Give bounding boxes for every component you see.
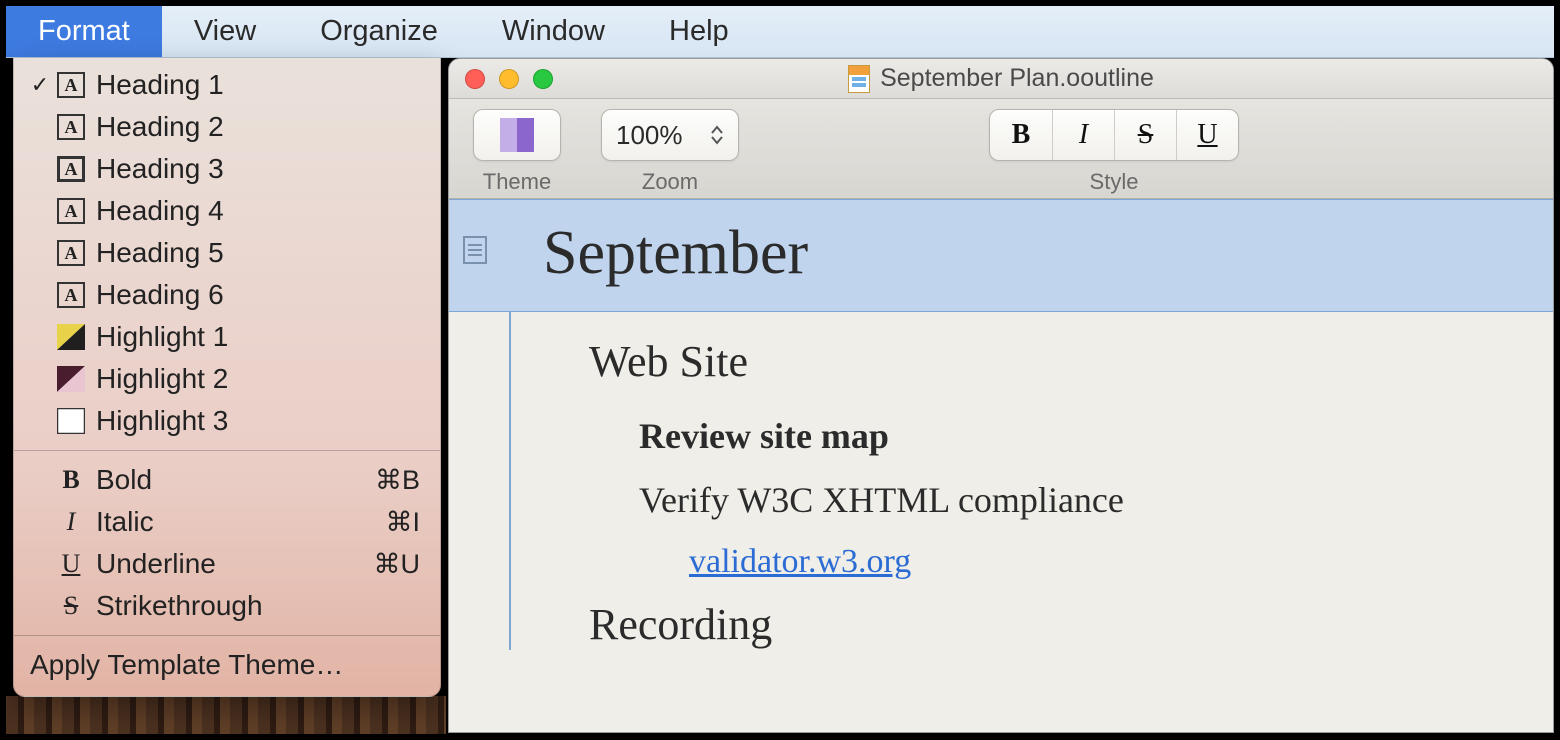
italic-button[interactable]: I: [1052, 110, 1114, 160]
menu-item-apply-template-theme[interactable]: Apply Template Theme…: [14, 644, 440, 686]
menubar: Format View Organize Window Help: [6, 6, 1554, 58]
menu-item-heading-2[interactable]: A Heading 2: [14, 106, 440, 148]
outline-row-level2[interactable]: Review site map: [449, 415, 1553, 457]
menu-item-highlight-2[interactable]: Highlight 2: [14, 358, 440, 400]
zoom-window-button[interactable]: [533, 69, 553, 89]
shortcut-label: ⌘I: [385, 507, 420, 538]
menu-item-underline[interactable]: U Underline ⌘U: [14, 543, 440, 585]
menu-item-strikethrough[interactable]: S Strikethrough: [14, 585, 440, 627]
heading-icon: A: [54, 196, 88, 226]
outline-row-level2[interactable]: Verify W3C XHTML compliance: [449, 479, 1553, 521]
menu-item-highlight-1[interactable]: Highlight 1: [14, 316, 440, 358]
shortcut-label: ⌘B: [375, 465, 420, 496]
menu-item-label: Apply Template Theme…: [26, 649, 343, 681]
strikethrough-button[interactable]: S: [1114, 110, 1176, 160]
document-content[interactable]: September Web Site Review site map Verif…: [449, 199, 1553, 732]
document-window: September Plan.ooutline Theme 100% Zoom: [448, 58, 1554, 733]
menu-item-heading-1[interactable]: ✓ A Heading 1: [14, 64, 440, 106]
zoom-value: 100%: [616, 120, 683, 151]
menu-item-heading-5[interactable]: A Heading 5: [14, 232, 440, 274]
menu-item-highlight-3[interactable]: Highlight 3: [14, 400, 440, 442]
menu-window[interactable]: Window: [470, 6, 637, 57]
menu-item-label: Highlight 2: [96, 363, 228, 395]
menu-item-label: Italic: [96, 506, 154, 538]
menu-item-label: Heading 6: [96, 279, 224, 311]
style-segmented-control: B I S U: [989, 109, 1239, 161]
highlight-icon: [54, 406, 88, 436]
italic-icon: I: [54, 507, 88, 537]
menu-item-label: Highlight 1: [96, 321, 228, 353]
heading-icon: A: [54, 70, 88, 100]
menu-item-label: Bold: [96, 464, 152, 496]
menu-item-heading-3[interactable]: A Heading 3: [14, 148, 440, 190]
validator-link[interactable]: validator.w3.org: [689, 543, 911, 580]
menu-format[interactable]: Format: [6, 6, 162, 57]
menu-item-heading-4[interactable]: A Heading 4: [14, 190, 440, 232]
menu-item-label: Heading 3: [96, 153, 224, 185]
shortcut-label: ⌘U: [374, 549, 421, 580]
menu-item-label: Highlight 3: [96, 405, 228, 437]
format-dropdown: ✓ A Heading 1 A Heading 2 A Heading 3 A …: [13, 58, 441, 697]
underline-button[interactable]: U: [1176, 110, 1238, 160]
toolbar: Theme 100% Zoom B I S U Style: [449, 99, 1553, 199]
bold-button[interactable]: B: [990, 110, 1052, 160]
heading-icon: A: [54, 238, 88, 268]
menu-item-italic[interactable]: I Italic ⌘I: [14, 501, 440, 543]
column-separator[interactable]: [509, 312, 511, 650]
highlight-icon: [54, 322, 88, 352]
desktop-wallpaper-strip: [6, 696, 446, 734]
menu-view[interactable]: View: [162, 6, 288, 57]
outline-row-level1[interactable]: Web Site: [449, 336, 1553, 387]
menu-item-label: Underline: [96, 548, 216, 580]
underline-icon: U: [54, 549, 88, 579]
strikethrough-icon: S: [54, 591, 88, 621]
checkmark-icon: ✓: [26, 72, 54, 98]
outline-row-level3[interactable]: validator.w3.org: [449, 543, 1553, 581]
menu-item-label: Heading 4: [96, 195, 224, 227]
window-controls: [465, 69, 553, 89]
menu-separator: [14, 635, 440, 636]
close-window-button[interactable]: [465, 69, 485, 89]
document-icon: [848, 65, 870, 93]
heading-icon: A: [54, 280, 88, 310]
menu-item-label: Heading 2: [96, 111, 224, 143]
menu-help[interactable]: Help: [637, 6, 761, 57]
toolbar-label-zoom: Zoom: [642, 169, 698, 195]
minimize-window-button[interactable]: [499, 69, 519, 89]
menu-item-bold[interactable]: B Bold ⌘B: [14, 459, 440, 501]
heading-icon: A: [54, 154, 88, 184]
toolbar-label-theme: Theme: [483, 169, 551, 195]
menu-item-label: Heading 5: [96, 237, 224, 269]
heading-icon: A: [54, 112, 88, 142]
document-title: September: [543, 219, 808, 287]
titlebar[interactable]: September Plan.ooutline: [449, 59, 1553, 99]
stepper-icon: [710, 124, 724, 146]
note-icon[interactable]: [463, 236, 487, 264]
zoom-dropdown[interactable]: 100%: [601, 109, 739, 161]
menu-item-heading-6[interactable]: A Heading 6: [14, 274, 440, 316]
menu-item-label: Strikethrough: [96, 590, 263, 622]
bold-icon: B: [54, 465, 88, 495]
menu-organize[interactable]: Organize: [288, 6, 470, 57]
menu-item-label: Heading 1: [96, 69, 224, 101]
highlight-icon: [54, 364, 88, 394]
window-title: September Plan.ooutline: [880, 64, 1154, 93]
menu-separator: [14, 450, 440, 451]
theme-button[interactable]: [473, 109, 561, 161]
outline-title-row[interactable]: September: [449, 199, 1553, 312]
theme-swatch-icon: [500, 118, 534, 152]
toolbar-label-style: Style: [1090, 169, 1139, 195]
outline-row-level1[interactable]: Recording: [449, 599, 1553, 650]
